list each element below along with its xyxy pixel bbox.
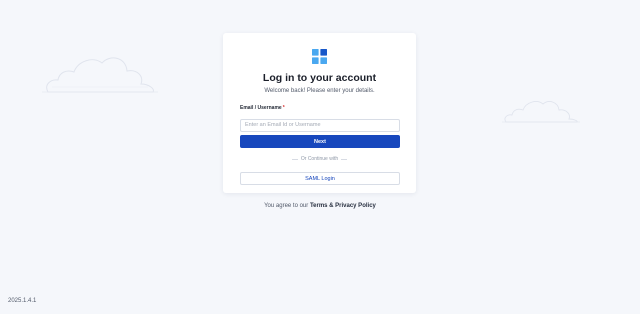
page-title: Log in to your account <box>262 72 377 84</box>
agreement-prefix: You agree to our <box>264 203 309 209</box>
grid-logo-icon <box>312 49 327 64</box>
email-username-input[interactable] <box>240 118 400 132</box>
cloud-decoration-right <box>502 101 580 123</box>
terms-privacy-link[interactable]: Terms & Privacy Policy <box>310 203 376 209</box>
email-label: Email / Username* <box>240 105 285 111</box>
app-version: 2025.1.4.1 <box>8 298 37 304</box>
saml-login-button[interactable]: SAML Login <box>240 172 400 185</box>
login-page: Log in to your account Welcome back! Ple… <box>0 0 640 314</box>
page-subtitle: Welcome back! Please enter your details. <box>264 88 375 94</box>
divider-line-right <box>341 158 348 160</box>
terms-agreement: You agree to our Terms & Privacy Policy <box>0 203 640 209</box>
continue-with-divider: Or Continue with <box>223 155 416 163</box>
cloud-decoration-left <box>42 57 158 93</box>
login-card: Log in to your account Welcome back! Ple… <box>223 33 416 193</box>
email-label-text: Email / Username <box>240 105 282 111</box>
divider-line-left <box>291 158 298 160</box>
divider-text: Or Continue with <box>300 156 339 162</box>
next-button[interactable]: Next <box>240 135 400 148</box>
required-marker: * <box>282 105 285 111</box>
email-field-wrapper <box>240 113 400 132</box>
